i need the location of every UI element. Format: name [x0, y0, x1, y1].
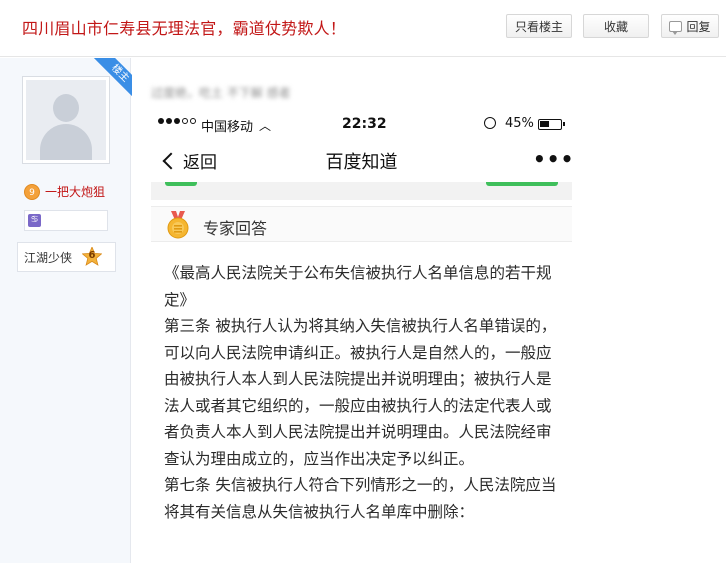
tab-strip	[151, 182, 572, 200]
thread-header: 四川眉山市仁寿县无理法官，霸道仗势欺人！ 只看楼主 收藏 回复	[0, 0, 726, 57]
reply-icon	[669, 20, 683, 35]
expert-answer-label: 专家回答	[203, 219, 268, 238]
expert-medal-icon	[166, 211, 190, 239]
phone-status-bar: 中国移动 ︿ 22:32 45%	[151, 110, 572, 140]
phone-page-title: 百度知道	[325, 152, 398, 173]
post-blurred-text: 过度绝，吃土 不下解 感者	[151, 86, 291, 100]
answer-paragraph: 第七条 失信被执行人符合下列情形之一的，人民法院应当将其有关信息从失信被执行人名…	[164, 476, 557, 521]
wifi-icon: ︿	[259, 119, 272, 133]
rank-title: 江湖少侠	[24, 250, 73, 265]
thread-title[interactable]: 四川眉山市仁寿县无理法官，霸道仗势欺人！	[22, 15, 346, 39]
op-badge-label: 楼主	[93, 58, 132, 98]
favorite-button[interactable]: 收藏	[583, 14, 649, 38]
reply-button[interactable]: 回复	[661, 14, 719, 38]
battery-icon	[538, 119, 565, 130]
author-name[interactable]: 一把大炮狙	[45, 183, 105, 200]
embedded-phone-screenshot: 中国移动 ︿ 22:32 45% 返回 百度知道 ••• 专家回答 《最高人民法…	[151, 110, 572, 563]
author-icon-row: ♋	[24, 210, 108, 231]
level-number: 6	[88, 250, 96, 261]
expert-answer-header: 专家回答	[151, 206, 572, 242]
answer-body: 《最高人民法院关于公布失信被执行人名单信息的若干规定》 第三条 被执行人认为将其…	[164, 260, 564, 525]
member-medal-icon: 9	[24, 183, 40, 200]
more-options-icon: •••	[533, 147, 572, 171]
tab-indicator	[165, 182, 197, 186]
level-star-icon: 6	[82, 247, 103, 267]
battery-percent: 45%	[505, 116, 534, 131]
tab-indicator	[486, 182, 558, 186]
author-name-row: 9 一把大炮狙	[24, 183, 105, 200]
only-op-button[interactable]: 只看楼主	[506, 14, 572, 38]
op-ribbon: 楼主	[92, 58, 132, 98]
phone-nav-bar: 返回 百度知道 •••	[151, 140, 572, 182]
answer-paragraph: 第三条 被执行人认为将其纳入失信被执行人名单错误的，可以向人民法院申请纠正。被执…	[164, 317, 557, 468]
user-level-box[interactable]: 江湖少侠 6	[17, 242, 116, 272]
signal-strength-icon	[158, 118, 196, 124]
reply-button-label: 回复	[686, 19, 711, 34]
answer-paragraph: 《最高人民法院关于公布失信被执行人名单信息的若干规定》	[164, 264, 552, 309]
carrier-name: 中国移动	[201, 120, 254, 135]
status-time: 22:32	[342, 116, 387, 132]
zodiac-cancer-icon[interactable]: ♋	[28, 214, 41, 227]
rotation-lock-icon	[484, 117, 496, 129]
author-sidebar: 楼主 9 一把大炮狙 ♋ 江湖少侠 6	[0, 58, 132, 563]
